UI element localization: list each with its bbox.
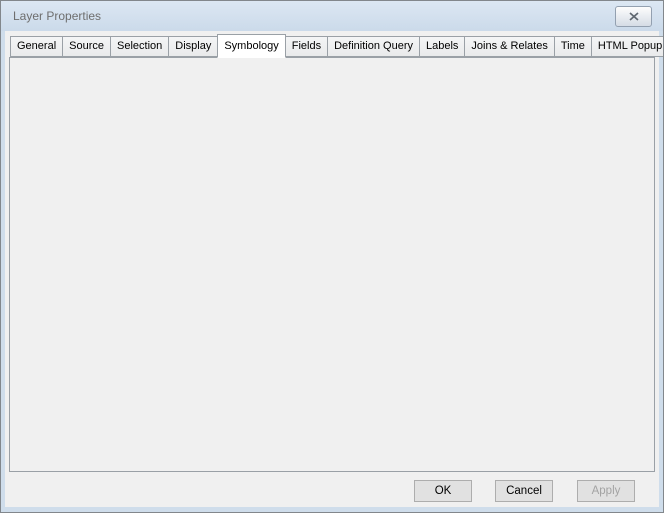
tab-definition-query[interactable]: Definition Query: [327, 36, 420, 57]
symbology-tab-panel: [9, 57, 655, 472]
layer-properties-dialog: Layer Properties General Source Selectio…: [0, 0, 664, 513]
apply-button[interactable]: Apply: [577, 480, 635, 502]
close-icon: [629, 12, 639, 21]
tab-source[interactable]: Source: [62, 36, 111, 57]
tab-labels[interactable]: Labels: [419, 36, 465, 57]
tab-fields[interactable]: Fields: [285, 36, 328, 57]
title-bar[interactable]: Layer Properties: [1, 1, 663, 31]
window-title: Layer Properties: [13, 9, 101, 23]
tab-symbology[interactable]: Symbology: [217, 34, 285, 58]
tab-joins-relates[interactable]: Joins & Relates: [464, 36, 554, 57]
ok-button[interactable]: OK: [414, 480, 472, 502]
close-button[interactable]: [615, 6, 652, 27]
tab-html-popup[interactable]: HTML Popup: [591, 36, 664, 57]
tab-selection[interactable]: Selection: [110, 36, 169, 57]
cancel-button[interactable]: Cancel: [495, 480, 553, 502]
dialog-body: General Source Selection Display Symbolo…: [5, 31, 659, 507]
tab-display[interactable]: Display: [168, 36, 218, 57]
tab-time[interactable]: Time: [554, 36, 592, 57]
tab-strip: General Source Selection Display Symbolo…: [10, 35, 664, 58]
tab-general[interactable]: General: [10, 36, 63, 57]
